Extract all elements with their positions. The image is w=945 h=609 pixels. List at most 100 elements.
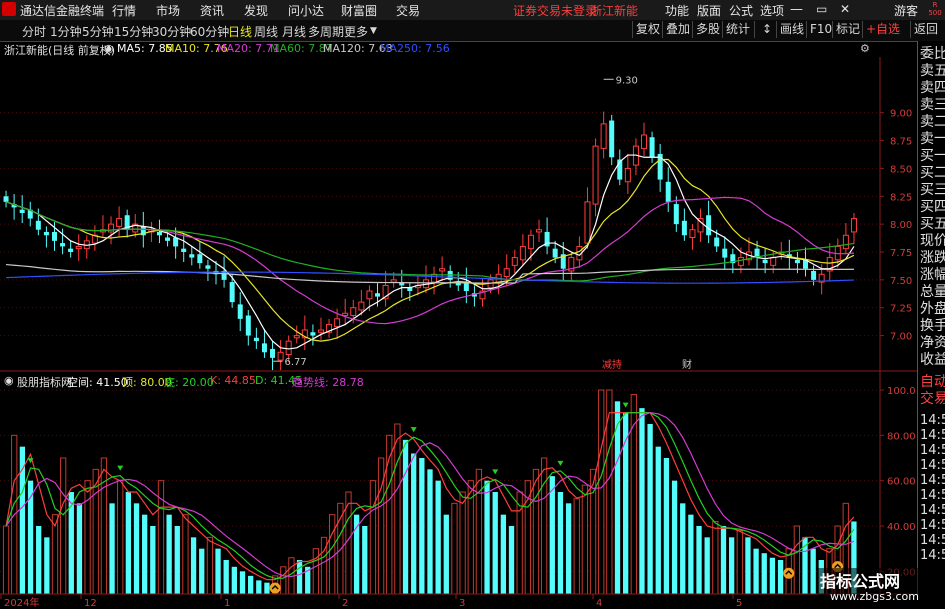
tab-fenshi[interactable]: 分时	[22, 23, 46, 40]
stock-title: 浙江新能(日线 前复权)	[4, 44, 116, 57]
add-watchlist-button[interactable]: +自选	[862, 21, 903, 38]
indicator-bar	[231, 566, 237, 594]
indicator-bar	[256, 580, 262, 594]
menu-banmian[interactable]: 版面	[697, 2, 721, 19]
indicator-bar	[394, 423, 401, 595]
ma20-line	[5, 196, 855, 325]
menu-gongneng[interactable]: 功能	[665, 2, 689, 19]
indicator-bar	[296, 560, 303, 594]
indicator-bar	[239, 571, 246, 594]
indicator-bar	[125, 492, 132, 594]
candle-body	[189, 254, 195, 258]
indicator-y-axis: 100.080.0060.0040.0020.00	[880, 386, 916, 578]
app-title: 通达信金融终端	[20, 4, 105, 18]
settings-gear-icon[interactable]: ⚙	[860, 42, 870, 55]
tab-30min[interactable]: 30分钟	[152, 23, 191, 40]
menu-shichang[interactable]: 市场	[156, 2, 180, 19]
title-bar: 通达信金融终端 行情 市场 资讯 发现 问小达 财富圈 交易 证券交易未登录 浙…	[0, 0, 945, 21]
indicator-tick-label: 60.00	[887, 477, 916, 488]
indicator-bar	[475, 468, 483, 595]
price-tick-label: 8.25	[890, 192, 912, 203]
tab-daily[interactable]: 日线	[228, 23, 252, 40]
high-price-label: 9.30	[616, 75, 638, 86]
indicator-bar	[508, 526, 515, 594]
indicator-bar	[427, 469, 433, 594]
indicator-bar	[280, 566, 287, 595]
minimize-icon[interactable]: —	[790, 2, 803, 17]
candle-body	[811, 270, 817, 280]
candle-body	[261, 343, 267, 353]
tab-15min[interactable]: 15分钟	[114, 23, 153, 40]
indicator-bar	[182, 514, 189, 595]
menu-caifuquan[interactable]: 财富圈	[341, 2, 377, 19]
candle-body	[19, 209, 25, 213]
draw-line-button[interactable]: 画线	[776, 21, 807, 38]
candle-body	[689, 229, 696, 239]
candle-body	[197, 254, 203, 264]
tab-more[interactable]: 更多	[344, 23, 368, 40]
indicator-bar	[443, 514, 449, 594]
auto-trade-label[interactable]: 自动交易	[920, 374, 945, 408]
fuquan-button[interactable]: 复权	[632, 21, 663, 38]
indicator-bar	[688, 514, 694, 594]
multi-stock-button[interactable]: 多股	[692, 21, 723, 38]
indicator-bar	[492, 492, 498, 594]
menu-wenxiaoda[interactable]: 问小达	[288, 2, 324, 19]
stats-button[interactable]: 统计	[722, 21, 753, 38]
ma-lines: 9.30 6.77 减持 财	[5, 75, 855, 371]
tab-multi-period[interactable]: 多周期	[308, 23, 344, 40]
price-y-axis: 9.00 8.75 8.50 8.25 8.00 7.75 7.50 7.25 7.00	[880, 109, 912, 343]
mark-button[interactable]: 标记	[832, 21, 863, 38]
overlay-button[interactable]: 叠加	[662, 21, 693, 38]
close-icon[interactable]: ✕	[840, 2, 850, 16]
candle-body	[35, 220, 41, 230]
ma-toggle-icon[interactable]: ◉	[104, 42, 114, 55]
candle-body	[342, 312, 349, 317]
x-tick-label: 12	[84, 598, 97, 609]
user-label[interactable]: 游客	[894, 2, 918, 19]
candle-body	[229, 282, 235, 303]
more-chevron-icon[interactable]: ▼	[370, 26, 377, 36]
indicator-bar	[174, 526, 180, 594]
price-tick-label: 7.75	[890, 248, 912, 259]
candle-body	[293, 335, 300, 339]
indicator-bar	[150, 526, 156, 594]
menu-faxian[interactable]: 发现	[244, 2, 268, 19]
ma250-label: MA250: 7.56	[380, 42, 450, 55]
candle-body	[794, 259, 800, 264]
back-button[interactable]: 返回	[910, 21, 941, 38]
indicator-bar	[769, 557, 776, 594]
candle-body	[842, 234, 849, 250]
indicator-bar	[402, 439, 409, 594]
candle-body	[60, 243, 66, 247]
candle-body	[165, 237, 171, 241]
x-tick-label: 4	[596, 598, 602, 609]
indicator-bar	[745, 537, 751, 594]
quote-sidebar: 委比 卖五 卖四 卖三 卖二 卖一 买一 买二 买三 买四 买五 现价 涨跌 涨幅 总量 外盘 换手 净资 收益 自动…	[917, 41, 945, 596]
ma-info-bar: 浙江新能(日线 前复权) ◉ MA5: 7.85 MA10: 7.76 MA20…	[0, 41, 880, 57]
event-label-jianchi: 减持	[602, 358, 622, 371]
candle-body	[205, 265, 211, 269]
menu-jiaoyi[interactable]: 交易	[396, 2, 420, 19]
sidebar-item-18[interactable]: 收益	[920, 349, 945, 369]
tab-monthly[interactable]: 月线	[282, 23, 306, 40]
tab-60min[interactable]: 60分钟	[190, 23, 229, 40]
low-price-label: 6.77	[285, 357, 307, 368]
tab-weekly[interactable]: 周线	[254, 23, 278, 40]
candle-body	[536, 229, 543, 233]
chart-area[interactable]: 9.30 6.77 减持 财 9.00 8.75 8.50 8.25 8.00 7.75 7.50…	[0, 57, 917, 609]
candle-body	[503, 268, 510, 278]
tab-5min[interactable]: 5分钟	[82, 23, 114, 40]
menu-gongshi[interactable]: 公式	[729, 2, 753, 19]
indicator-tick-label: 40.00	[887, 522, 916, 533]
tab-1min[interactable]: 1分钟	[50, 23, 82, 40]
indicator-bar	[459, 491, 466, 595]
candle-body	[350, 307, 357, 317]
menu-zixun[interactable]: 资讯	[200, 2, 224, 19]
menu-hangqing[interactable]: 行情	[112, 2, 136, 19]
f10-button[interactable]: F10	[806, 21, 835, 38]
restore-icon[interactable]: ▭	[816, 2, 827, 16]
menu-xuanxiang[interactable]: 选项	[760, 2, 784, 19]
login-warning[interactable]: 证券交易未登录	[513, 2, 597, 19]
indicator-bar	[84, 480, 91, 595]
